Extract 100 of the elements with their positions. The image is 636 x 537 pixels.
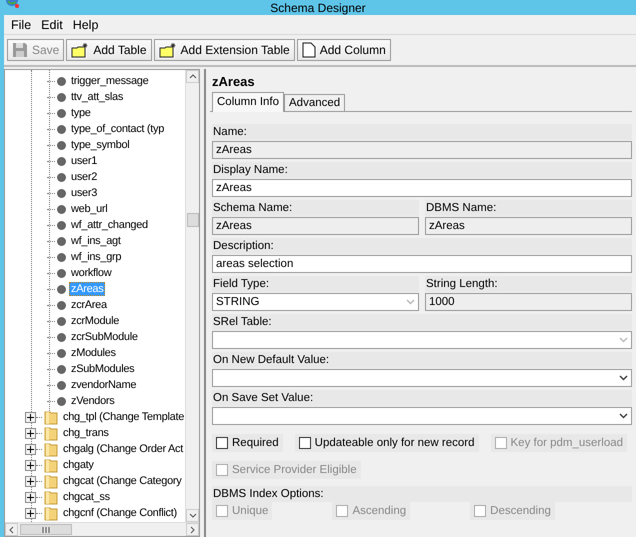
tree-item[interactable]: workflow [69, 266, 114, 280]
chevron-down-icon [619, 337, 628, 343]
bullet-icon [57, 188, 66, 198]
tab[interactable]: Column Info [212, 92, 284, 112]
expand-icon[interactable] [25, 492, 36, 502]
bullet-icon [57, 108, 66, 118]
tree-item[interactable]: trigger_message [69, 74, 150, 88]
scroll-right-icon[interactable] [190, 526, 195, 534]
tree-item[interactable]: zModules [69, 346, 118, 360]
tree-item[interactable]: zcrArea [69, 298, 109, 312]
expand-icon[interactable] [25, 508, 36, 518]
dropdown-field[interactable] [212, 407, 632, 425]
bullet-icon [57, 268, 66, 278]
bullet-icon [57, 204, 66, 214]
tree-item[interactable]: zVendors [69, 394, 116, 408]
bullet-icon [57, 364, 66, 374]
read-only-field[interactable]: zAreas [212, 141, 632, 159]
field-label: On Save Set Value: [212, 390, 632, 406]
read-only-field[interactable]: zAreas [212, 217, 419, 235]
bullet-icon [57, 76, 66, 86]
menu-item[interactable]: Help [68, 16, 104, 34]
tree-item[interactable]: type [69, 106, 93, 120]
tree-item[interactable]: user3 [69, 186, 100, 200]
field-label: DBMS Name: [425, 200, 632, 216]
column-title: zAreas [211, 74, 256, 91]
field-label: Name: [212, 124, 632, 140]
expand-icon[interactable] [25, 428, 36, 438]
checkbox[interactable]: Required [212, 434, 283, 452]
field-label: Display Name: [212, 162, 632, 178]
dropdown-field[interactable] [212, 369, 632, 387]
tree-item[interactable]: chgaty [61, 458, 96, 472]
scroll-up-icon[interactable] [188, 74, 196, 79]
folder-icon [44, 426, 58, 440]
tree-item[interactable]: zvendorName [69, 378, 138, 392]
tree-item[interactable]: zSubModules [69, 362, 136, 376]
expand-icon[interactable] [25, 444, 36, 454]
tree-item[interactable]: wf_ins_agt [69, 234, 123, 248]
field-label: Field Type: [212, 276, 419, 292]
tab[interactable]: Advanced [284, 94, 346, 111]
field-label: DBMS Index Options: [212, 486, 632, 502]
bullet-icon [57, 380, 66, 390]
tree-item[interactable]: type_of_contact (typ [69, 122, 166, 136]
bullet-icon [57, 332, 66, 342]
bullet-icon [57, 92, 66, 102]
tree-item[interactable]: user1 [69, 154, 100, 168]
window-title: Schema Designer [270, 1, 366, 15]
chevron-down-icon [619, 413, 628, 419]
bullet-icon [57, 172, 66, 182]
expand-icon[interactable] [25, 460, 36, 470]
bullet-icon [57, 156, 66, 166]
tree-item[interactable]: ttv_att_slas [69, 90, 126, 104]
field-label: Description: [212, 238, 632, 254]
field-label: SRel Table: [212, 314, 632, 330]
bullet-icon [57, 396, 66, 406]
tree-item[interactable]: type_symbol [69, 138, 132, 152]
menu-item[interactable]: Edit [36, 16, 68, 34]
expand-icon[interactable] [25, 476, 36, 486]
tree-item[interactable]: wf_ins_grp [69, 250, 124, 264]
toolbar-button[interactable]: Add Table [66, 39, 152, 61]
bullet-icon [57, 140, 66, 150]
scroll-thumb[interactable] [20, 524, 72, 535]
bullet-icon [57, 300, 66, 310]
expand-icon[interactable] [25, 412, 36, 422]
tree-item[interactable]: zcrModule [69, 314, 122, 328]
checkbox[interactable]: Updateable only for new record [294, 434, 478, 452]
tree-item[interactable]: wf_attr_changed [69, 218, 150, 232]
tree-item[interactable]: chg_tpl (Change Template [61, 410, 185, 424]
folder-icon [44, 490, 58, 504]
tree-item[interactable]: user2 [69, 170, 100, 184]
scroll-thumb[interactable] [187, 213, 199, 227]
text-field[interactable]: areas selection [212, 255, 632, 273]
tree-item[interactable]: chgcnf (Change Conflict) [61, 506, 179, 520]
read-only-field[interactable]: zAreas [425, 217, 632, 235]
horizontal-scrollbar[interactable] [5, 522, 199, 536]
tree-item[interactable]: chgcat (Change Category [61, 474, 184, 488]
grip-icon[interactable] [42, 526, 50, 532]
tree-item[interactable]: chgalg (Change Order Act [61, 442, 185, 456]
bullet-icon [57, 284, 66, 294]
bullet-icon [57, 124, 66, 134]
field-label: On New Default Value: [212, 352, 632, 368]
folder-star-icon [158, 42, 177, 58]
text-field[interactable]: zAreas [212, 179, 632, 197]
bullet-icon [57, 236, 66, 246]
toolbar-button[interactable]: Add Extension Table [154, 39, 295, 61]
scroll-down-icon[interactable] [188, 513, 196, 518]
tree-item[interactable]: zcrSubModule [69, 330, 140, 344]
folder-icon [44, 506, 58, 520]
toolbar-button[interactable]: Add Column [296, 39, 391, 61]
tree-item[interactable]: web_url [69, 202, 110, 216]
bullet-icon [57, 252, 66, 262]
read-only-field[interactable]: 1000 [425, 293, 632, 311]
scroll-left-icon[interactable] [9, 526, 14, 534]
folder-icon [44, 442, 58, 456]
page-icon [302, 42, 316, 58]
folder-icon [44, 474, 58, 488]
tree-item[interactable]: chgcat_ss [61, 490, 112, 504]
bullet-icon [57, 316, 66, 326]
menu-item[interactable]: File [6, 16, 36, 34]
vertical-scrollbar[interactable] [185, 70, 199, 522]
tree-item[interactable]: chg_trans [61, 426, 111, 440]
